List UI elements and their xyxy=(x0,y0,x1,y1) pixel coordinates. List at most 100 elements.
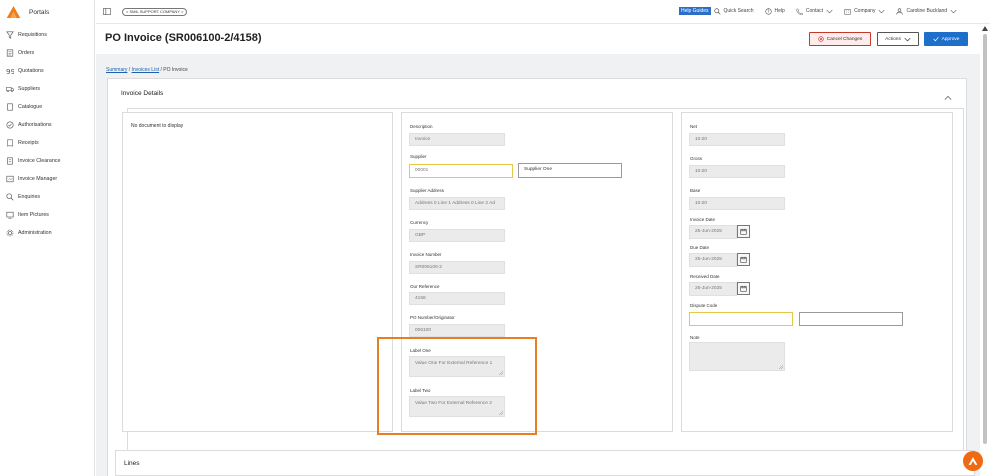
description-field: Invoice xyxy=(409,133,505,146)
dispute-code-label: Dispute Code xyxy=(690,303,718,308)
sidebar: Portals Requisitions Orders 99 Quotation… xyxy=(0,0,95,476)
calendar-icon xyxy=(740,256,747,263)
invoice-number-label: Invoice Number xyxy=(410,252,442,257)
item-pictures-icon xyxy=(6,211,14,219)
page-scrollbar[interactable] xyxy=(980,25,990,476)
scroll-up-icon[interactable] xyxy=(982,26,988,31)
chevron-down-icon[interactable] xyxy=(826,8,833,15)
calendar-icon xyxy=(740,285,747,292)
page-title: PO Invoice (SR006100-2/4158) xyxy=(105,32,262,44)
sidebar-item-orders[interactable]: Orders xyxy=(0,44,94,62)
note-textarea[interactable] xyxy=(689,342,785,371)
dispute-code-description-field xyxy=(799,312,903,326)
sidebar-item-label: Catalogue xyxy=(18,104,43,110)
requisitions-icon xyxy=(6,31,14,39)
floating-brand-button[interactable] xyxy=(963,451,983,471)
sidebar-item-label: Invoice Manager xyxy=(18,176,58,182)
sidebar-item-authorisations[interactable]: Authorisations xyxy=(0,116,94,134)
approve-label: Approve xyxy=(941,36,960,42)
receipts-icon xyxy=(7,139,13,147)
breadcrumb-current: PO Invoice xyxy=(163,67,188,73)
sidebar-item-administration[interactable]: Administration xyxy=(0,224,94,242)
help-guides-link[interactable]: Help Guides xyxy=(679,7,711,15)
lines-card: Lines xyxy=(115,450,975,476)
sidebar-item-quotations[interactable]: 99 Quotations xyxy=(0,62,94,80)
invoice-manager-icon xyxy=(6,175,14,183)
sidebar-item-label: Item Pictures xyxy=(18,212,49,218)
invoice-date-field[interactable]: 25-Jun-2025 xyxy=(689,225,737,239)
received-date-field[interactable]: 25-Jun-2025 xyxy=(689,282,737,296)
breadcrumb-invoices-list[interactable]: Invoices List xyxy=(132,67,160,73)
breadcrumb: Summary / Invoices List / PO Invoice xyxy=(106,67,188,73)
sidebar-item-invoice-manager[interactable]: Invoice Manager xyxy=(0,170,94,188)
sidebar-item-label: Invoice Clearance xyxy=(18,158,61,164)
search-icon[interactable] xyxy=(713,7,721,15)
received-date-picker-button[interactable] xyxy=(737,282,750,295)
phone-icon[interactable] xyxy=(796,7,803,15)
dispute-code-input[interactable] xyxy=(689,312,793,326)
company-link[interactable]: Company xyxy=(854,8,875,14)
topbar: < SMIL SUPPORT COMPANY > Help Guides Qui… xyxy=(96,0,990,24)
enquiries-icon xyxy=(6,193,14,201)
sidebar-item-requisitions[interactable]: Requisitions xyxy=(0,26,94,44)
received-date-label: Received Date xyxy=(690,274,720,279)
invoice-details-title: Invoice Details xyxy=(121,90,164,97)
contact-link[interactable]: Contact xyxy=(806,8,823,14)
chevron-down-icon xyxy=(904,37,911,41)
brand[interactable]: Portals xyxy=(0,0,94,24)
currency-label: Currency xyxy=(410,220,429,225)
due-date-label: Due Date xyxy=(690,245,710,250)
supplier-address-label: Supplier Address xyxy=(410,188,445,193)
help-icon[interactable]: ? xyxy=(764,7,772,15)
calendar-icon xyxy=(740,228,747,235)
sidebar-toggle-icon[interactable] xyxy=(103,8,111,15)
gross-field: 10.00 xyxy=(689,165,785,178)
help-link[interactable]: Help xyxy=(775,8,785,14)
sidebar-item-suppliers[interactable]: Suppliers xyxy=(0,80,94,98)
sidebar-item-enquiries[interactable]: Enquiries xyxy=(0,188,94,206)
cancel-changes-button[interactable]: Cancel Changes xyxy=(809,32,871,46)
cancel-icon xyxy=(818,36,824,42)
net-field: 10.00 xyxy=(689,133,785,146)
actions-button[interactable]: Actions xyxy=(877,32,919,46)
invoice-date-picker-button[interactable] xyxy=(737,225,750,238)
approve-button[interactable]: Approve xyxy=(924,32,968,46)
user-menu[interactable]: Caroline Buckland xyxy=(906,8,947,14)
sidebar-item-label: Enquiries xyxy=(18,194,41,200)
chevron-down-icon[interactable] xyxy=(878,8,885,15)
sidebar-item-label: Administration xyxy=(18,230,52,236)
collapse-icon[interactable] xyxy=(944,94,952,102)
our-reference-field: 4158 xyxy=(409,292,505,305)
lines-title: Lines xyxy=(124,460,140,467)
sidebar-item-label: Receipts xyxy=(18,140,39,146)
sidebar-item-label: Orders xyxy=(18,50,35,56)
supplier-address-field: Address 0 Line 1 Address 0 Line 2 Ad xyxy=(409,197,505,210)
authorisations-icon xyxy=(6,121,14,129)
breadcrumb-summary[interactable]: Summary xyxy=(106,67,127,73)
user-icon[interactable] xyxy=(896,7,904,15)
sidebar-item-item-pictures[interactable]: Item Pictures xyxy=(0,206,94,224)
sidebar-item-invoice-clearance[interactable]: Invoice Clearance xyxy=(0,152,94,170)
supplier-code-input[interactable]: 00001 xyxy=(409,164,513,178)
invoice-number-field: SR006100-2 xyxy=(409,261,505,274)
sidebar-item-catalogue[interactable]: Catalogue xyxy=(0,98,94,116)
due-date-picker-button[interactable] xyxy=(737,253,750,266)
company-selector[interactable]: < SMIL SUPPORT COMPANY > xyxy=(122,8,188,16)
quick-search-link[interactable]: Quick Search xyxy=(724,8,754,14)
invoice-clearance-icon xyxy=(7,157,13,165)
po-number-label: PO Number/Originator xyxy=(410,315,455,320)
invoice-date-label: Invoice Date xyxy=(690,217,716,222)
cancel-changes-label: Cancel Changes xyxy=(826,36,863,42)
our-reference-label: Our Reference xyxy=(410,284,440,289)
catalogue-icon xyxy=(7,103,13,111)
sidebar-item-receipts[interactable]: Receipts xyxy=(0,134,94,152)
chevron-down-icon[interactable] xyxy=(950,8,957,15)
sidebar-item-label: Requisitions xyxy=(18,32,47,38)
resize-grip-icon[interactable] xyxy=(779,365,783,369)
base-field: 10.00 xyxy=(689,197,785,210)
brand-name: Portals xyxy=(29,8,50,16)
description-label: Description xyxy=(410,124,433,129)
scrollbar-thumb[interactable] xyxy=(983,34,987,444)
company-icon[interactable] xyxy=(844,8,851,15)
due-date-field[interactable]: 25-Jun-2025 xyxy=(689,253,737,267)
